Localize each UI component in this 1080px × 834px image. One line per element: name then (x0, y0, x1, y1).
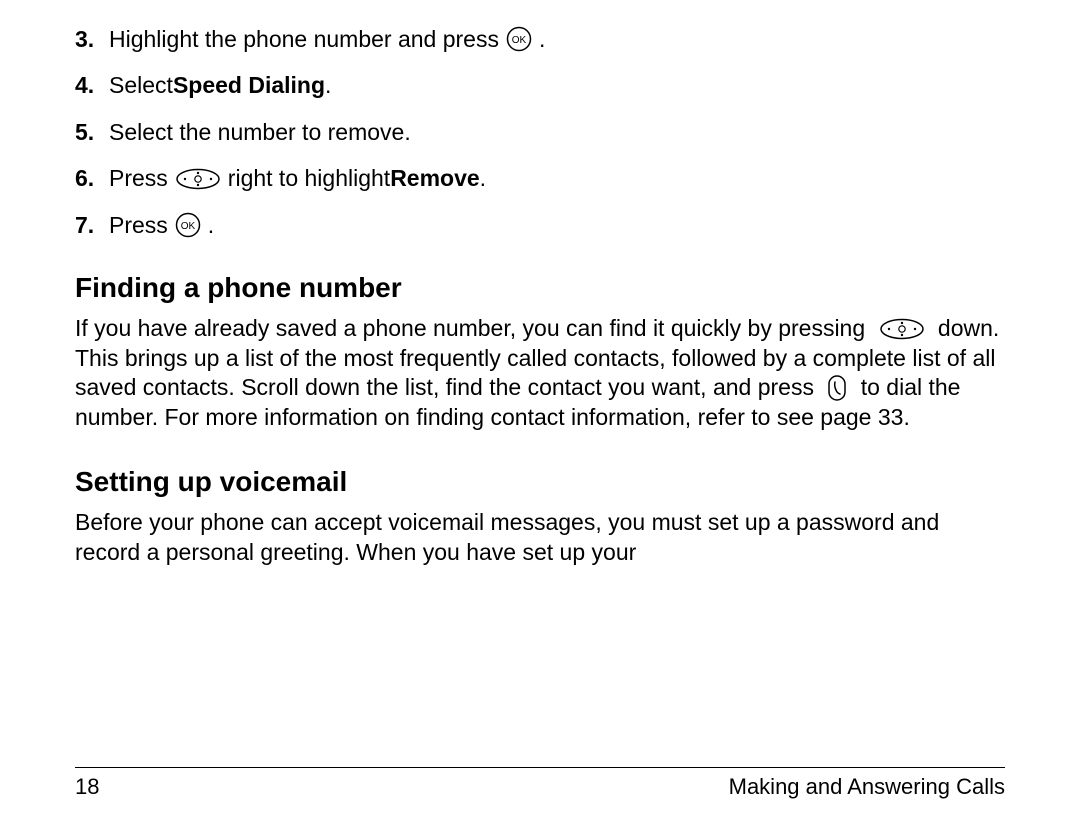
call-key-icon (827, 374, 847, 402)
step-body: Press OK . (109, 212, 1005, 238)
numbered-steps: 3. Highlight the phone number and press … (75, 26, 1005, 238)
svg-text:OK: OK (181, 221, 196, 232)
step-body: Highlight the phone number and press OK … (109, 26, 1005, 52)
step-number: 3. (75, 26, 109, 52)
bold-term: Remove (390, 165, 479, 191)
svg-text:OK: OK (512, 35, 527, 46)
step-body: Select the number to remove. (109, 119, 1005, 145)
section-heading-finding: Finding a phone number (75, 272, 1005, 304)
navigation-key-icon (879, 318, 925, 340)
step-number: 5. (75, 119, 109, 145)
step-body: Select Speed Dialing. (109, 72, 1005, 98)
step-body: Press right to highlight Remove. (109, 165, 1005, 191)
bold-term: Speed Dialing (173, 72, 325, 98)
step-6: 6. Press right to highlight Remove. (75, 165, 1005, 191)
step-4: 4. Select Speed Dialing. (75, 72, 1005, 98)
section-heading-voicemail: Setting up voicemail (75, 466, 1005, 498)
step-5: 5. Select the number to remove. (75, 119, 1005, 145)
section-paragraph-finding: If you have already saved a phone number… (75, 314, 1005, 432)
ok-button-icon: OK (175, 212, 201, 238)
step-number: 7. (75, 212, 109, 238)
step-number: 6. (75, 165, 109, 191)
manual-page: 3. Highlight the phone number and press … (0, 0, 1080, 834)
step-number: 4. (75, 72, 109, 98)
step-3: 3. Highlight the phone number and press … (75, 26, 1005, 52)
chapter-title: Making and Answering Calls (729, 774, 1005, 800)
navigation-key-icon (175, 168, 221, 190)
ok-button-icon: OK (506, 26, 532, 52)
page-number: 18 (75, 774, 99, 800)
page-footer: 18 Making and Answering Calls (75, 767, 1005, 800)
step-7: 7. Press OK . (75, 212, 1005, 238)
section-paragraph-voicemail: Before your phone can accept voicemail m… (75, 508, 1005, 567)
